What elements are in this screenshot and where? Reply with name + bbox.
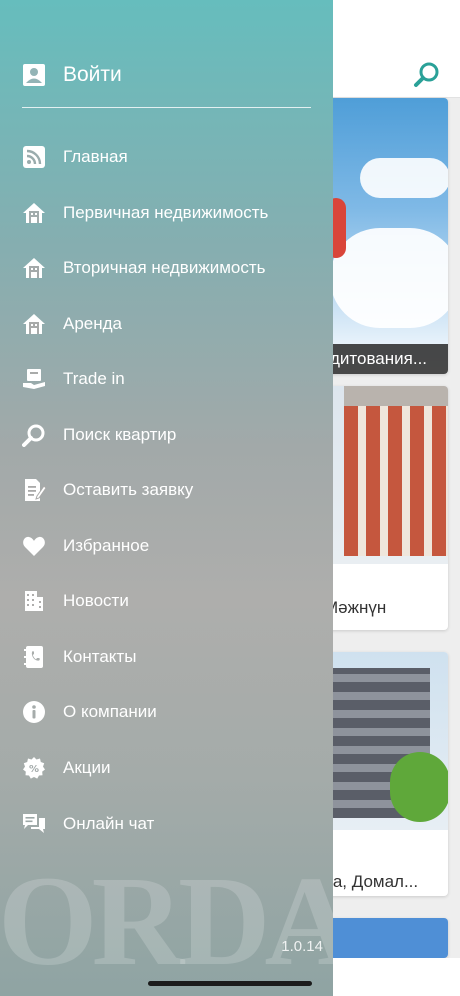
navigation-drawer: ORDA Войти Главная Первичная недвижимост… (0, 0, 333, 996)
heart-icon (23, 536, 45, 556)
trade-in-icon (23, 369, 45, 389)
building-icon (25, 591, 43, 611)
menu-item-rent[interactable]: Аренда (22, 306, 322, 342)
card-image (360, 158, 448, 198)
menu-item-contacts[interactable]: Контакты (22, 639, 322, 675)
info-icon (23, 701, 45, 723)
menu-item-leave-request[interactable]: Оставить заявку (22, 472, 322, 508)
home-indicator[interactable] (148, 981, 312, 986)
chat-icon (23, 814, 45, 833)
menu-item-primary-realty[interactable]: Первичная недвижимость (22, 195, 322, 231)
menu-item-trade-in[interactable]: Trade in (22, 361, 322, 397)
menu-item-favorites[interactable]: Избранное (22, 528, 322, 564)
menu-item-label: Trade in (63, 369, 125, 388)
menu-item-home[interactable]: Главная (22, 139, 322, 175)
menu-item-news[interactable]: Новости (22, 583, 322, 619)
menu-item-label: Аренда (63, 314, 123, 333)
menu-item-label: Первичная недвижимость (63, 203, 269, 222)
search-icon[interactable] (412, 60, 442, 90)
brand-watermark: ORDA (0, 850, 333, 992)
house-icon (23, 258, 45, 278)
menu-item-secondary-realty[interactable]: Вторичная недвижимость (22, 250, 322, 286)
menu-item-label: Онлайн чат (63, 814, 155, 833)
divider (22, 107, 311, 108)
account-icon (23, 64, 45, 86)
menu-item-promotions[interactable]: % Акции (22, 750, 322, 786)
menu-item-label: Оставить заявку (63, 480, 194, 499)
app-version: 1.0.14 (281, 938, 323, 955)
edit-document-icon (25, 479, 46, 501)
menu-item-label: Поиск квартир (63, 425, 177, 444)
contact-book-icon (24, 646, 43, 668)
house-icon (23, 314, 45, 334)
rss-icon (23, 146, 45, 168)
percent-badge-icon: % (23, 757, 45, 779)
menu-item-label: Акции (63, 758, 111, 777)
login-label: Войти (63, 63, 122, 86)
card-title: Мәжнүн (324, 598, 387, 617)
svg-text:%: % (29, 764, 39, 775)
house-icon (23, 203, 45, 223)
menu-item-label: Новости (63, 591, 129, 610)
menu-item-label: Контакты (63, 647, 137, 666)
menu-item-label: О компании (63, 702, 157, 721)
menu-item-about[interactable]: О компании (22, 694, 322, 730)
menu-item-online-chat[interactable]: Онлайн чат (22, 806, 322, 842)
search-icon (22, 424, 45, 447)
login-button[interactable]: Войти (22, 58, 122, 92)
menu-item-label: Главная (63, 147, 128, 166)
card-title: ва, Домал... (324, 872, 419, 891)
menu-item-label: Избранное (63, 536, 150, 555)
menu-item-label: Вторичная недвижимость (63, 258, 266, 277)
menu-item-apartment-search[interactable]: Поиск квартир (22, 417, 322, 453)
